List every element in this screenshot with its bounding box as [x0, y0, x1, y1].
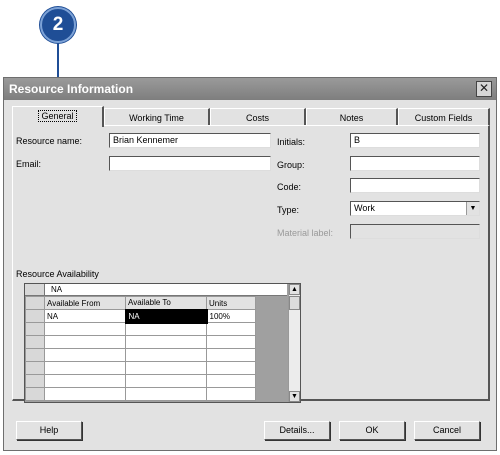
table-cell[interactable]: [44, 348, 126, 362]
details-button[interactable]: Details...: [264, 421, 330, 440]
type-label: Type:: [277, 205, 300, 215]
table-row: [25, 387, 283, 401]
column-header-available-to[interactable]: Available To: [125, 296, 207, 310]
cancel-button[interactable]: Cancel: [414, 421, 480, 440]
row-header[interactable]: [25, 361, 45, 375]
row-header[interactable]: [25, 309, 45, 323]
code-label: Code:: [277, 182, 302, 192]
table-cell[interactable]: [125, 335, 207, 349]
scrollbar-thumb[interactable]: [289, 296, 300, 310]
scroll-down-icon[interactable]: ▼: [289, 391, 300, 402]
table-row: [25, 335, 283, 349]
email-field[interactable]: [109, 156, 271, 171]
table-cell-selected[interactable]: NA: [124, 308, 208, 324]
table-cell[interactable]: [44, 335, 126, 349]
column-header-units[interactable]: Units: [206, 296, 256, 310]
table-row: [25, 361, 283, 375]
dialog-titlebar: Resource Information ✕: [4, 78, 496, 100]
row-header[interactable]: [25, 387, 45, 401]
scroll-up-icon[interactable]: ▲: [289, 284, 300, 295]
table-header-row: Available From Available To Units: [25, 296, 283, 310]
table-cell[interactable]: [125, 387, 207, 401]
table-row: NA NA 100%: [25, 308, 283, 324]
chevron-down-icon[interactable]: ▼: [466, 202, 479, 215]
table-cell[interactable]: [125, 374, 207, 388]
ok-button[interactable]: OK: [339, 421, 405, 440]
code-field[interactable]: [350, 178, 480, 193]
tab-custom-fields[interactable]: Custom Fields: [398, 108, 490, 126]
grid-empty-area: [255, 335, 283, 349]
table-cell[interactable]: [44, 361, 126, 375]
table-cell[interactable]: [125, 322, 207, 336]
tab-general-label: General: [38, 110, 77, 122]
tab-costs[interactable]: Costs: [210, 108, 306, 126]
row-header[interactable]: [25, 322, 45, 336]
help-button[interactable]: Help: [16, 421, 82, 440]
row-header[interactable]: [25, 335, 45, 349]
table-cell[interactable]: [125, 361, 207, 375]
table-row: [25, 322, 283, 336]
group-label: Group:: [277, 160, 305, 170]
grid-empty-area: [255, 348, 283, 362]
tab-strip: General Working Time Costs Notes Custom …: [12, 106, 490, 127]
initials-field[interactable]: B: [350, 133, 480, 148]
grid-empty-area: [255, 322, 283, 336]
row-header[interactable]: [25, 348, 45, 362]
resource-availability-label: Resource Availability: [16, 269, 99, 279]
grid-empty-area: [255, 374, 283, 388]
tab-working-time-label: Working Time: [129, 113, 184, 123]
tab-notes[interactable]: Notes: [306, 108, 398, 126]
grid-corner: [25, 284, 45, 296]
grid-empty-area: [255, 296, 283, 310]
table-cell[interactable]: [206, 374, 256, 388]
table-cell[interactable]: [44, 374, 126, 388]
resource-name-label: Resource name:: [16, 136, 83, 146]
table-row: [25, 374, 283, 388]
tab-notes-label: Notes: [339, 113, 364, 123]
row-header-corner: [25, 296, 45, 310]
table-cell[interactable]: NA: [44, 309, 126, 323]
row-header[interactable]: [25, 374, 45, 388]
tab-working-time[interactable]: Working Time: [104, 108, 210, 126]
grid-empty-area: [255, 387, 283, 401]
material-label-field: [350, 224, 480, 239]
table-cell[interactable]: [44, 387, 126, 401]
table-cell[interactable]: [44, 322, 126, 336]
resource-information-dialog: Resource Information ✕ General Working T…: [3, 77, 497, 451]
table-cell[interactable]: [125, 348, 207, 362]
grid-vertical-scrollbar[interactable]: ▲ ▼: [288, 284, 300, 402]
column-header-available-from[interactable]: Available From: [44, 296, 126, 310]
table-cell[interactable]: [206, 387, 256, 401]
table-cell[interactable]: [206, 322, 256, 336]
resource-name-field[interactable]: Brian Kennemer: [109, 133, 271, 148]
tab-general[interactable]: General: [12, 106, 104, 127]
table-cell[interactable]: [206, 335, 256, 349]
material-label-label: Material label:: [277, 228, 334, 238]
grid-empty-area: [255, 309, 283, 323]
close-icon[interactable]: ✕: [476, 81, 492, 97]
table-cell[interactable]: 100%: [206, 309, 256, 323]
email-label: Email:: [16, 159, 42, 169]
table-cell[interactable]: [206, 361, 256, 375]
tab-custom-fields-label: Custom Fields: [414, 113, 473, 123]
step-callout-badge: 2: [40, 7, 76, 43]
grid-entry-bar[interactable]: NA: [45, 284, 287, 296]
type-dropdown[interactable]: Work ▼: [350, 201, 480, 216]
type-dropdown-value: Work: [354, 203, 375, 213]
table-row: [25, 348, 283, 362]
table-cell[interactable]: [206, 348, 256, 362]
grid-empty-area: [255, 361, 283, 375]
initials-label: Initials:: [277, 137, 306, 147]
availability-table: Available From Available To Units NA NA …: [25, 296, 283, 401]
dialog-title: Resource Information: [9, 82, 134, 96]
group-field[interactable]: [350, 156, 480, 171]
tab-costs-label: Costs: [245, 113, 269, 123]
availability-grid: NA Available From Available To Units NA …: [24, 283, 301, 403]
